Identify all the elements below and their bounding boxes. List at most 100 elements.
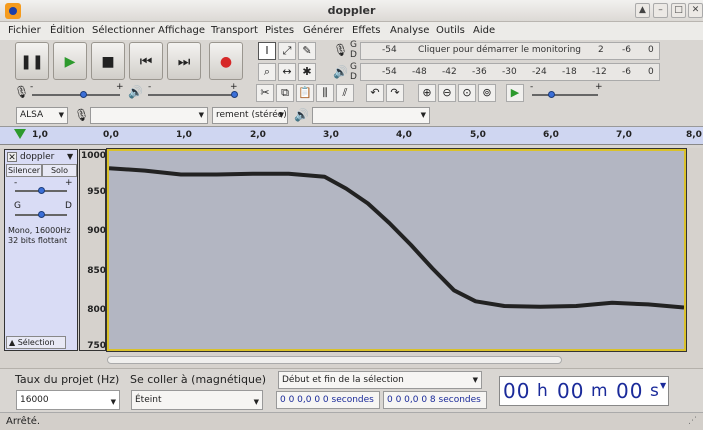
record-scale-2: 2: [598, 45, 604, 55]
selection-mode-select[interactable]: Début et fin de la sélection ▼: [278, 371, 482, 389]
play-button[interactable]: ▶: [53, 42, 87, 80]
menu-fichier[interactable]: Fichier: [8, 25, 41, 36]
zoom-in-icon[interactable]: ⊕: [418, 84, 436, 102]
play-scale-1: -48: [412, 67, 427, 77]
menu-analyse[interactable]: Analyse: [390, 25, 429, 36]
paste-icon[interactable]: 📋: [296, 84, 314, 102]
play-speed-slider[interactable]: [532, 94, 598, 96]
timeline-ruler[interactable]: 1,0 0,0 1,0 2,0 3,0 4,0 5,0 6,0 7,0 8,0: [0, 126, 703, 145]
recording-channels-value: rement (stéréo): [216, 110, 287, 120]
envelope-tool[interactable]: ⤢: [278, 42, 296, 60]
status-bar: Arrêté. ⋰: [0, 412, 703, 430]
fit-selection-icon[interactable]: ⊙: [458, 84, 476, 102]
record-volume-icon: 🎙: [14, 85, 30, 99]
time-hours-unit: h: [537, 381, 548, 401]
play-scale-8: -6: [622, 67, 631, 77]
record-volume-knob[interactable]: [80, 91, 87, 98]
zoom-tool[interactable]: ⌕: [258, 63, 276, 81]
pan-knob[interactable]: [38, 211, 45, 218]
redo-icon[interactable]: ↷: [386, 84, 404, 102]
play-speed-knob[interactable]: [548, 91, 555, 98]
menu-generer[interactable]: Générer: [303, 25, 344, 36]
pause-button[interactable]: ❚❚: [15, 42, 49, 80]
track-info-depth: 32 bits flottant: [8, 236, 68, 245]
stop-button[interactable]: ■: [91, 42, 125, 80]
vertical-ruler[interactable]: [79, 149, 106, 351]
ruler-tick-8: 8,0: [686, 130, 702, 140]
menu-transport[interactable]: Transport: [211, 25, 258, 36]
snap-select[interactable]: Éteint ▼: [131, 390, 263, 410]
playback-volume-knob[interactable]: [231, 91, 238, 98]
playback-volume-slider[interactable]: [148, 94, 236, 96]
resize-grip-icon[interactable]: ⋰: [688, 416, 697, 426]
menu-selectionner[interactable]: Sélectionner: [92, 25, 155, 36]
record-volume-slider[interactable]: [32, 94, 120, 96]
play-scale-2: -42: [442, 67, 457, 77]
selection-tool[interactable]: I: [258, 42, 276, 60]
snap-label: Se coller à (magnétique): [130, 373, 267, 386]
record-volume-plus: +: [116, 82, 124, 92]
window-up-icon[interactable]: ▲: [635, 3, 650, 18]
recording-device-select[interactable]: ▼: [90, 107, 208, 124]
skip-start-icon: ⏮: [139, 54, 153, 70]
audio-host-select[interactable]: ALSA ▼: [16, 107, 68, 124]
pan-right-label: D: [65, 201, 72, 211]
mute-button[interactable]: Silencer: [6, 164, 42, 177]
multi-tool[interactable]: ✱: [298, 63, 316, 81]
gain-minus: -: [14, 178, 18, 188]
track-name[interactable]: doppler: [20, 152, 54, 162]
menu-aide[interactable]: Aide: [473, 25, 495, 36]
maximize-button[interactable]: □: [671, 3, 686, 18]
play-meter-icon[interactable]: 🔊: [333, 65, 348, 79]
silence-icon[interactable]: ⫽: [336, 84, 354, 102]
project-rate-select[interactable]: 16000 ▼: [16, 390, 120, 410]
playback-device-select[interactable]: ▼: [312, 107, 430, 124]
record-meter-icon[interactable]: 🎙: [333, 43, 348, 57]
y-tick-850: 850: [87, 266, 106, 276]
play-head-icon[interactable]: [14, 129, 26, 139]
record-meter-d: D: [350, 50, 357, 60]
skip-end-button[interactable]: ⏭: [167, 42, 201, 80]
cut-icon[interactable]: ✂: [256, 84, 274, 102]
menu-effets[interactable]: Effets: [352, 25, 381, 36]
track-select-button[interactable]: ▲ Sélection: [6, 336, 66, 349]
record-button[interactable]: ●: [209, 42, 243, 80]
solo-button[interactable]: Solo: [42, 164, 77, 177]
y-tick-900: 900: [87, 226, 106, 236]
playback-device-icon: 🔊: [294, 108, 309, 122]
y-tick-750: 750: [87, 341, 106, 351]
record-scale-6: -6: [622, 45, 631, 55]
spectrogram-pitch-track[interactable]: [106, 148, 687, 352]
copy-icon[interactable]: ⧉: [276, 84, 294, 102]
menu-outils[interactable]: Outils: [436, 25, 465, 36]
play-at-speed-icon[interactable]: ▶: [506, 84, 524, 102]
minimize-button[interactable]: –: [653, 3, 668, 18]
timeshift-tool[interactable]: ↔: [278, 63, 296, 81]
undo-icon[interactable]: ↶: [366, 84, 384, 102]
zoom-out-icon[interactable]: ⊖: [438, 84, 456, 102]
menu-affichage[interactable]: Affichage: [158, 25, 205, 36]
menu-edition[interactable]: Édition: [50, 25, 85, 36]
play-scale-0: -54: [382, 67, 397, 77]
fit-project-icon[interactable]: ⊚: [478, 84, 496, 102]
trim-icon[interactable]: ⫼: [316, 84, 334, 102]
window-title: doppler: [327, 4, 376, 17]
time-format-icon[interactable]: ▼: [660, 381, 666, 390]
selection-end-field[interactable]: 0 0 0,0 0 8 secondes: [383, 391, 487, 409]
menu-pistes[interactable]: Pistes: [265, 25, 294, 36]
close-button[interactable]: ✕: [688, 3, 703, 18]
draw-tool[interactable]: ✎: [298, 42, 316, 60]
audio-position-display[interactable]: 00 h 00 m 00 s ▼: [499, 376, 669, 406]
track-menu-icon[interactable]: ▼: [67, 152, 73, 161]
track-close-icon[interactable]: ✕: [7, 152, 17, 163]
selection-start-field[interactable]: 0 0 0,0 0 0 secondes: [276, 391, 380, 409]
pan-left-label: G: [14, 201, 21, 211]
ruler-tick-6: 6,0: [543, 130, 559, 140]
skip-end-icon: ⏭: [177, 54, 191, 70]
skip-start-button[interactable]: ⏮: [129, 42, 163, 80]
play-scale-4: -30: [502, 67, 517, 77]
recording-channels-select[interactable]: rement (stéréo) ▼: [212, 107, 288, 124]
selection-end-unit: secondes: [438, 395, 481, 405]
gain-knob[interactable]: [38, 187, 45, 194]
horizontal-scrollbar[interactable]: [107, 356, 562, 364]
